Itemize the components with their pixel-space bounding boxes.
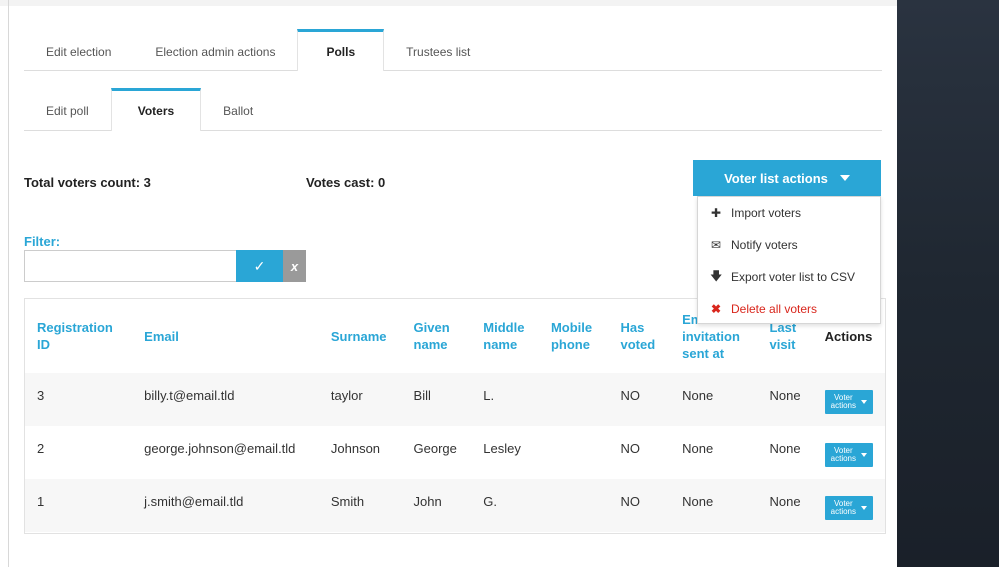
voter-list-actions-menu: ✚ Import voters ✉ Notify voters 🡇 Export…	[697, 196, 881, 324]
col-mobile-phone[interactable]: Mobile phone	[539, 299, 609, 373]
cell-invitation-sent: None	[670, 479, 758, 532]
cell-email: george.johnson@email.tld	[144, 441, 296, 456]
cell-mobile-phone	[538, 373, 609, 426]
cell-mobile-phone	[538, 479, 609, 532]
left-border	[8, 0, 9, 567]
caret-down-icon	[861, 453, 867, 457]
clear-icon: x	[290, 258, 299, 274]
filter-apply-button[interactable]: ✓	[236, 250, 283, 282]
cell-registration-id: 3	[25, 373, 133, 426]
table-row: 1 j.smith@email.tld Smith John G. NO Non…	[25, 479, 885, 532]
voter-actions-button[interactable]: Voter actions	[824, 443, 873, 467]
tab-edit-poll[interactable]: Edit poll	[24, 88, 111, 131]
delete-icon: ✖	[710, 302, 722, 316]
tab-polls[interactable]: Polls	[297, 29, 385, 71]
table-row: 3 billy.t@email.tld taylor Bill L. NO No…	[25, 373, 885, 426]
cell-last-visit: None	[757, 373, 813, 426]
votes-cast: Votes cast: 0	[306, 175, 386, 190]
cell-invitation-sent: None	[670, 373, 758, 426]
voter-actions-button[interactable]: Voter actions	[824, 390, 873, 414]
envelope-icon: ✉	[710, 238, 722, 252]
voter-actions-label: Voter actions	[830, 393, 856, 410]
filter-input[interactable]	[24, 250, 236, 282]
cell-middle-name: L.	[471, 373, 539, 426]
table-row: 2 george.johnson@email.tld Johnson Georg…	[25, 426, 885, 479]
col-email[interactable]: Email	[132, 299, 319, 373]
cell-actions: Voter actions	[813, 426, 885, 479]
voter-actions-button[interactable]: Voter actions	[824, 496, 873, 520]
voter-list-actions-label: Voter list actions	[724, 170, 828, 186]
filter-clear-button[interactable]: x	[283, 250, 306, 282]
menu-item-label: Export voter list to CSV	[731, 270, 856, 284]
cell-has-voted: NO	[608, 479, 671, 532]
cell-actions: Voter actions	[812, 479, 885, 532]
cell-given-name: John	[401, 479, 472, 532]
right-dark-panel	[897, 0, 999, 567]
download-icon: 🡇	[710, 268, 723, 283]
check-icon: ✓	[253, 257, 266, 274]
cell-surname: taylor	[318, 373, 402, 426]
total-voters-count: Total voters count: 3	[24, 175, 151, 190]
caret-down-icon	[861, 400, 867, 404]
election-tabs: Edit election Election admin actions Pol…	[24, 29, 882, 71]
cell-registration-id: 2	[37, 441, 45, 456]
cell-surname: Smith	[318, 479, 402, 532]
plus-icon: ✚	[710, 206, 722, 220]
cell-has-voted: NO	[620, 441, 640, 456]
menu-item-label: Delete all voters	[731, 302, 818, 316]
col-given-name[interactable]: Given name	[402, 299, 472, 373]
tab-trustees-list[interactable]: Trustees list	[384, 29, 492, 71]
cell-registration-id: 1	[25, 479, 133, 532]
col-surname[interactable]: Surname	[319, 299, 402, 373]
cell-given-name: George	[413, 441, 457, 456]
menu-item-delete-all-voters[interactable]: ✖ Delete all voters	[698, 293, 880, 325]
col-has-voted[interactable]: Has voted	[608, 299, 670, 373]
tab-ballot[interactable]: Ballot	[201, 88, 275, 131]
menu-item-label: Notify voters	[731, 238, 798, 252]
voter-actions-label: Voter actions	[830, 446, 856, 463]
cell-middle-name: G.	[471, 479, 539, 532]
cell-given-name: Bill	[401, 373, 472, 426]
cell-last-visit: None	[757, 479, 813, 532]
voter-actions-label: Voter actions	[830, 499, 856, 516]
tab-voters[interactable]: Voters	[110, 88, 202, 131]
cell-invitation-sent: None	[682, 441, 714, 456]
tab-election-admin-actions[interactable]: Election admin actions	[133, 29, 297, 71]
filter-label: Filter:	[24, 234, 61, 249]
menu-item-notify-voters[interactable]: ✉ Notify voters	[698, 229, 880, 261]
cell-middle-name: Lesley	[483, 441, 521, 456]
menu-item-import-voters[interactable]: ✚ Import voters	[698, 197, 880, 229]
poll-tabs: Edit poll Voters Ballot	[24, 88, 882, 131]
cell-has-voted: NO	[608, 373, 671, 426]
menu-item-label: Import voters	[731, 206, 802, 220]
cell-last-visit: None	[769, 441, 801, 456]
top-strip	[0, 0, 897, 6]
voters-table: Registration ID Email Surname Given name…	[24, 298, 886, 534]
voter-list-actions-button[interactable]: Voter list actions	[693, 160, 881, 196]
cell-email: billy.t@email.tld	[132, 373, 319, 426]
cell-email: j.smith@email.tld	[132, 479, 319, 532]
col-registration-id[interactable]: Registration ID	[25, 299, 132, 373]
menu-item-export-csv[interactable]: 🡇 Export voter list to CSV	[698, 261, 880, 293]
cell-surname: Johnson	[330, 441, 381, 456]
cell-mobile-phone	[539, 426, 609, 479]
tab-edit-election[interactable]: Edit election	[24, 29, 133, 71]
caret-down-icon	[839, 175, 850, 181]
col-middle-name[interactable]: Middle name	[471, 299, 539, 373]
cell-actions: Voter actions	[812, 373, 885, 426]
caret-down-icon	[861, 506, 867, 510]
